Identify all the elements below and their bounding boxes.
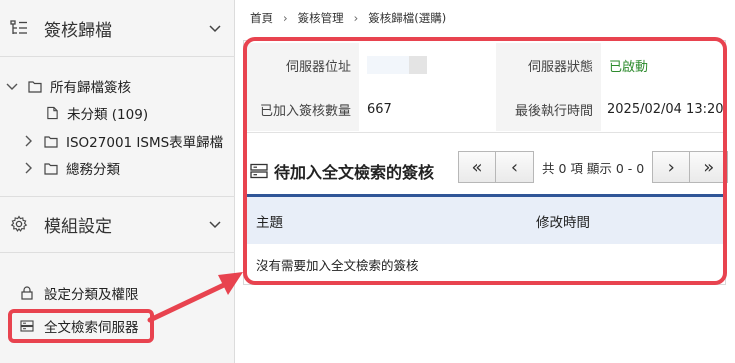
tree-item-label: ISO27001 ISMS表單歸檔 [66, 135, 224, 151]
first-page-button[interactable]: « [458, 151, 496, 183]
empty-message: 沒有需要加入全文檢索的簽核 [256, 257, 419, 273]
app-root: 簽核歸檔 所有歸檔簽核 未分類 (109) ISO27001 ISMS表單歸檔 … [0, 0, 735, 363]
menu-item-label: 設定分類及權限 [44, 287, 139, 303]
section-header-archive[interactable]: 簽核歸檔 [0, 0, 235, 56]
lock-icon [21, 286, 33, 300]
folder-icon [44, 135, 58, 148]
section-title: 簽核歸檔 [44, 20, 112, 41]
divider [0, 252, 235, 253]
chevron-down-icon [209, 221, 221, 229]
tree-item-iso27001[interactable]: ISO27001 ISMS表單歸檔 [22, 129, 223, 153]
breadcrumb-home[interactable]: 首頁 [250, 10, 273, 26]
prev-page-button[interactable]: ‹ [496, 151, 534, 183]
tree-item-all-archived[interactable]: 所有歸檔簽核 [6, 74, 131, 98]
tree-item-label: 未分類 (109) [67, 107, 149, 123]
gear-icon [10, 215, 28, 232]
added-count-label: 已加入簽核數量 [244, 87, 359, 131]
last-exec-value: 2025/02/04 13:20 [607, 101, 724, 117]
last-exec-label: 最後執行時間 [496, 87, 601, 131]
next-page-button[interactable]: › [652, 151, 691, 183]
section-header-module-settings[interactable]: 模組設定 [0, 196, 235, 252]
chevron-right-icon: › [283, 11, 288, 25]
chevron-right-icon: › [353, 11, 359, 25]
chevron-down-icon [209, 25, 221, 33]
pending-title-text: 待加入全文檢索的簽核 [274, 163, 435, 182]
tree-item-label: 所有歸檔簽核 [50, 80, 131, 96]
tree-item-general-affairs[interactable]: 總務分類 [22, 156, 120, 180]
table-header: 主題 修改時間 [244, 194, 727, 244]
breadcrumb: 首頁 › 簽核管理 › 簽核歸檔(選購) [250, 8, 446, 28]
chevron-down-icon[interactable] [6, 80, 18, 92]
server-status-label: 伺服器狀態 [496, 43, 601, 87]
breadcrumb-current: 簽核歸檔(選購) [368, 11, 447, 25]
divider [0, 56, 235, 57]
column-subject[interactable]: 主題 [256, 211, 283, 231]
column-modified-time[interactable]: 修改時間 [536, 211, 590, 231]
divider [244, 132, 727, 133]
sidebar: 簽核歸檔 所有歸檔簽核 未分類 (109) ISO27001 ISMS表單歸檔 … [0, 0, 235, 363]
tree-item-label: 總務分類 [66, 162, 120, 178]
tree-item-uncategorized[interactable]: 未分類 (109) [46, 101, 148, 125]
highlight-box [8, 309, 154, 343]
fulltext-server-panel: 伺服器位址 伺服器狀態 已啟動 已加入簽核數量 667 最後執行時間 2025/… [243, 40, 729, 285]
server-icon [250, 163, 268, 179]
folder-icon [44, 162, 58, 175]
server-address-label: 伺服器位址 [244, 43, 359, 87]
info-row: 已加入簽核數量 667 最後執行時間 2025/02/04 13:20 [244, 87, 727, 131]
added-count-value: 667 [367, 101, 392, 117]
server-status-value: 已啟動 [609, 59, 649, 75]
tree-list-icon [10, 20, 27, 34]
section-title: 模組設定 [44, 216, 112, 237]
last-page-button[interactable]: » [690, 151, 729, 183]
pending-section-title: 待加入全文檢索的簽核 [250, 158, 434, 184]
masked-address [367, 56, 427, 74]
breadcrumb-signoff-management[interactable]: 簽核管理 [298, 10, 344, 26]
menu-item-category-permissions[interactable]: 設定分類及權限 [20, 281, 139, 305]
chevron-right-icon[interactable] [22, 135, 34, 147]
server-address-value [359, 43, 496, 87]
pagination: « ‹ 共 0 項 顯示 0 - 0 › » [458, 150, 729, 184]
file-icon [47, 106, 58, 120]
chevron-right-icon[interactable] [22, 162, 34, 174]
info-row: 伺服器位址 伺服器狀態 已啟動 [244, 43, 727, 87]
pager-info: 共 0 項 顯示 0 - 0 [542, 160, 645, 176]
folder-icon [28, 80, 42, 93]
